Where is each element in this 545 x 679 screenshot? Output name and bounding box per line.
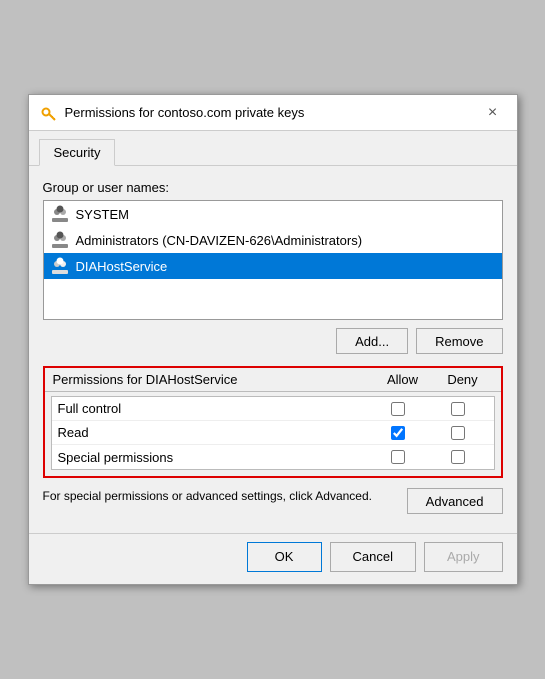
perm-deny-full-control[interactable]: [428, 402, 488, 416]
apply-button[interactable]: Apply: [424, 542, 503, 572]
user-item-system[interactable]: SYSTEM: [44, 201, 502, 227]
user-name-diahostservice: DIAHostService: [76, 259, 168, 274]
user-icon-diahostservice: [50, 256, 70, 276]
advanced-button[interactable]: Advanced: [407, 488, 503, 514]
close-button[interactable]: ×: [479, 99, 507, 127]
checkbox-allow-special[interactable]: [391, 450, 405, 464]
checkbox-deny-full-control[interactable]: [451, 402, 465, 416]
checkbox-allow-full-control[interactable]: [391, 402, 405, 416]
user-icon-administrators: [50, 230, 70, 250]
user-item-diahostservice[interactable]: DIAHostService: [44, 253, 502, 279]
group-label: Group or user names:: [43, 180, 503, 195]
perm-allow-read[interactable]: [368, 426, 428, 440]
perm-name-special: Special permissions: [58, 450, 368, 465]
allow-column-header: Allow: [373, 372, 433, 387]
permissions-title: Permissions for DIAHostService: [53, 372, 373, 387]
permissions-header: Permissions for DIAHostService Allow Den…: [45, 368, 501, 392]
perm-row-special: Special permissions: [52, 445, 494, 469]
tab-bar: Security: [29, 131, 517, 166]
perm-deny-special[interactable]: [428, 450, 488, 464]
perm-name-full-control: Full control: [58, 401, 368, 416]
main-content: Group or user names: SYSTEM: [29, 166, 517, 533]
title-bar: Permissions for contoso.com private keys…: [29, 95, 517, 131]
advanced-section: For special permissions or advanced sett…: [43, 488, 503, 515]
deny-column-header: Deny: [433, 372, 493, 387]
perm-allow-special[interactable]: [368, 450, 428, 464]
cancel-button[interactable]: Cancel: [330, 542, 416, 572]
user-action-buttons: Add... Remove: [43, 328, 503, 354]
perm-deny-read[interactable]: [428, 426, 488, 440]
perm-row-full-control: Full control: [52, 397, 494, 421]
permissions-section: Permissions for DIAHostService Allow Den…: [43, 366, 503, 478]
bottom-buttons: OK Cancel Apply: [29, 533, 517, 584]
checkbox-deny-special[interactable]: [451, 450, 465, 464]
perm-name-read: Read: [58, 425, 368, 440]
permissions-list: Full control Read: [51, 396, 495, 470]
remove-button[interactable]: Remove: [416, 328, 502, 354]
tab-security[interactable]: Security: [39, 139, 116, 166]
user-item-administrators[interactable]: Administrators (CN-DAVIZEN-626\Administr…: [44, 227, 502, 253]
ok-button[interactable]: OK: [247, 542, 322, 572]
perm-row-read: Read: [52, 421, 494, 445]
checkbox-allow-read[interactable]: [391, 426, 405, 440]
perm-allow-full-control[interactable]: [368, 402, 428, 416]
dialog-icon: [39, 104, 57, 122]
user-icon-system: [50, 204, 70, 224]
dialog-title: Permissions for contoso.com private keys: [65, 105, 479, 120]
user-list[interactable]: SYSTEM Administrators (CN-DAVIZEN-626\Ad…: [43, 200, 503, 320]
user-name-system: SYSTEM: [76, 207, 129, 222]
permissions-dialog: Permissions for contoso.com private keys…: [28, 94, 518, 585]
user-name-administrators: Administrators (CN-DAVIZEN-626\Administr…: [76, 233, 363, 248]
checkbox-deny-read[interactable]: [451, 426, 465, 440]
add-button[interactable]: Add...: [336, 328, 408, 354]
special-note: For special permissions or advanced sett…: [43, 488, 395, 505]
